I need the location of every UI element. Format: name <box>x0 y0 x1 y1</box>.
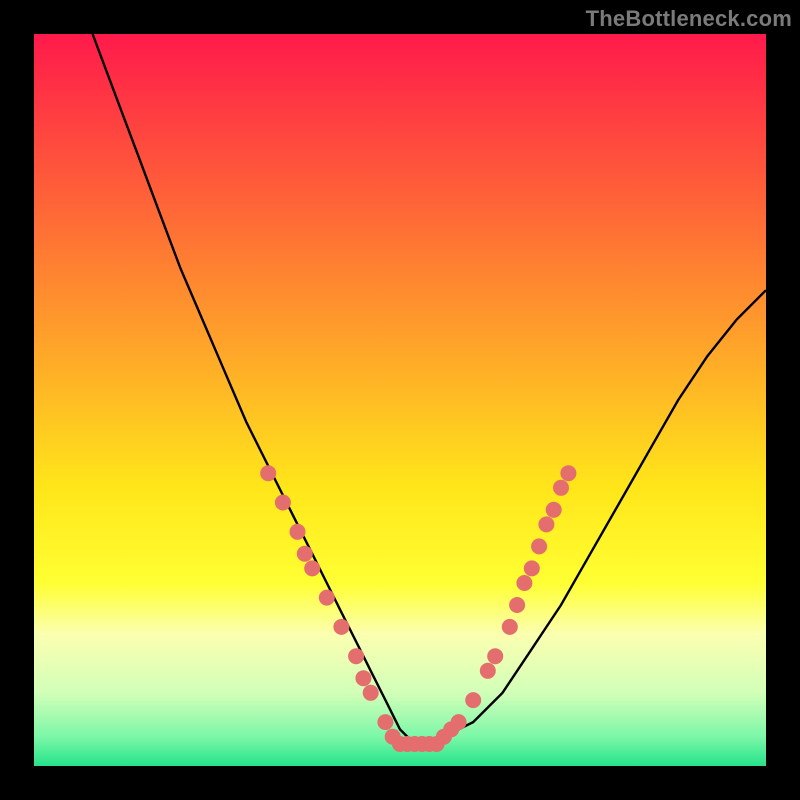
curve-marker <box>355 670 371 686</box>
curve-marker <box>480 663 496 679</box>
curve-marker <box>290 524 306 540</box>
curve-marker <box>377 714 393 730</box>
curve-marker <box>553 480 569 496</box>
curve-marker <box>275 495 291 511</box>
curve-marker <box>509 597 525 613</box>
curve-marker <box>260 465 276 481</box>
curve-marker <box>297 546 313 562</box>
curve-markers <box>260 465 576 752</box>
curve-marker <box>465 692 481 708</box>
curve-marker <box>546 502 562 518</box>
curve-marker <box>304 560 320 576</box>
curve-marker <box>524 560 540 576</box>
curve-marker <box>560 465 576 481</box>
chart-frame: TheBottleneck.com <box>0 0 800 800</box>
curve-marker <box>363 685 379 701</box>
curve-marker <box>516 575 532 591</box>
attribution-watermark: TheBottleneck.com <box>586 6 792 32</box>
bottleneck-curve <box>93 34 766 744</box>
curve-marker <box>333 619 349 635</box>
plot-area <box>34 34 766 766</box>
curve-marker <box>319 590 335 606</box>
curve-marker <box>531 538 547 554</box>
curve-marker <box>451 714 467 730</box>
curve-marker <box>538 516 554 532</box>
curve-marker <box>487 648 503 664</box>
bottleneck-chart <box>34 34 766 766</box>
curve-marker <box>348 648 364 664</box>
curve-marker <box>502 619 518 635</box>
